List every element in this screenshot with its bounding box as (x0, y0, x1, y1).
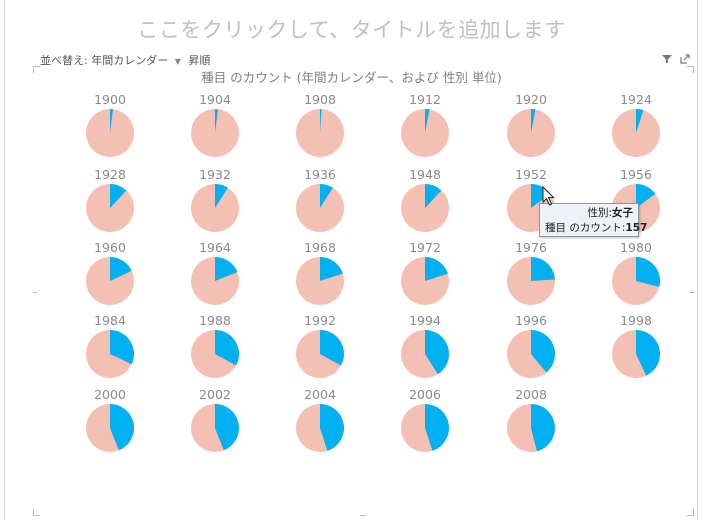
pie-2006[interactable]: 2006 (401, 387, 450, 452)
pie-2000[interactable]: 2000 (86, 387, 134, 452)
pie-year-label: 1972 (409, 240, 441, 255)
pie-1960[interactable]: 1960 (86, 240, 134, 305)
pie-year-label: 1952 (515, 167, 547, 182)
pie-1900[interactable]: 1900 (86, 92, 134, 157)
pie-1936[interactable]: 1936 (296, 167, 344, 232)
pie-year-label: 1956 (620, 167, 652, 182)
pie-year-label: 2004 (304, 387, 336, 402)
pie-year-label: 2000 (94, 387, 126, 402)
pie-year-label: 1936 (304, 167, 336, 182)
pie-year-label: 2002 (199, 387, 231, 402)
pie-2002[interactable]: 2002 (191, 387, 239, 452)
pie-1928[interactable]: 1928 (86, 167, 134, 232)
pie-small-multiples: 1900 1904 1908 1912 1920 1924 1928 1932 1936 1948… (86, 92, 661, 452)
pie-1996[interactable]: 1996 (507, 313, 555, 378)
pie-1924[interactable]: 1924 (612, 92, 660, 157)
tooltip-count-value: 157 (625, 222, 648, 234)
pie-1994[interactable]: 1994 (401, 313, 449, 378)
pie-1984[interactable]: 1984 (86, 313, 135, 378)
pie-year-label: 1968 (304, 240, 336, 255)
pie-1980[interactable]: 1980 (612, 240, 661, 305)
pie-1920[interactable]: 1920 (507, 92, 555, 157)
tooltip-count-row: 種目 のカウント:157 (545, 222, 648, 234)
pie-year-label: 1980 (620, 240, 652, 255)
pie-year-label: 2006 (409, 387, 441, 402)
pie-year-label: 1928 (94, 167, 126, 182)
tooltip-gender-key: 性別 (587, 207, 609, 219)
pie-year-label: 1976 (515, 240, 547, 255)
pie-year-label: 1964 (199, 240, 231, 255)
tooltip-gender-row: 性別:女子 (587, 207, 633, 219)
pie-year-label: 1998 (620, 313, 652, 328)
pie-year-label: 1920 (515, 92, 547, 107)
pie-1908[interactable]: 1908 (296, 92, 344, 157)
pie-1968[interactable]: 1968 (296, 240, 344, 305)
pie-1932[interactable]: 1932 (191, 167, 239, 232)
pie-year-label: 1924 (620, 92, 652, 107)
pie-1976[interactable]: 1976 (507, 240, 555, 305)
pie-year-label: 1996 (515, 313, 547, 328)
pie-year-label: 1984 (94, 313, 126, 328)
pie-year-label: 1900 (94, 92, 126, 107)
pie-year-label: 1994 (409, 313, 441, 328)
pie-year-label: 1992 (304, 313, 336, 328)
pie-year-label: 1948 (409, 167, 441, 182)
pie-1988[interactable]: 1988 (191, 313, 239, 378)
pie-1948[interactable]: 1948 (401, 167, 449, 232)
pie-slice-female[interactable] (531, 257, 555, 281)
pie-2008[interactable]: 2008 (507, 387, 556, 452)
pie-year-label: 1904 (199, 92, 231, 107)
pie-1912[interactable]: 1912 (401, 92, 449, 157)
pie-1992[interactable]: 1992 (296, 313, 344, 378)
pie-year-label: 1908 (304, 92, 336, 107)
tooltip: 性別:女子 種目 のカウント:157 (539, 203, 648, 237)
pie-year-label: 2008 (515, 387, 547, 402)
tooltip-gender-value: 女子 (612, 207, 633, 219)
pie-1964[interactable]: 1964 (191, 240, 239, 305)
pie-year-label: 1912 (409, 92, 441, 107)
pie-1998[interactable]: 1998 (612, 313, 661, 378)
pie-year-label: 1932 (199, 167, 231, 182)
pie-1904[interactable]: 1904 (191, 92, 239, 157)
tooltip-count-key: 種目 のカウント (545, 222, 622, 234)
pie-1972[interactable]: 1972 (401, 240, 449, 305)
pie-year-label: 1960 (94, 240, 126, 255)
cursor-pointer-icon (542, 186, 555, 206)
pie-year-label: 1988 (199, 313, 231, 328)
pie-2004[interactable]: 2004 (296, 387, 345, 452)
